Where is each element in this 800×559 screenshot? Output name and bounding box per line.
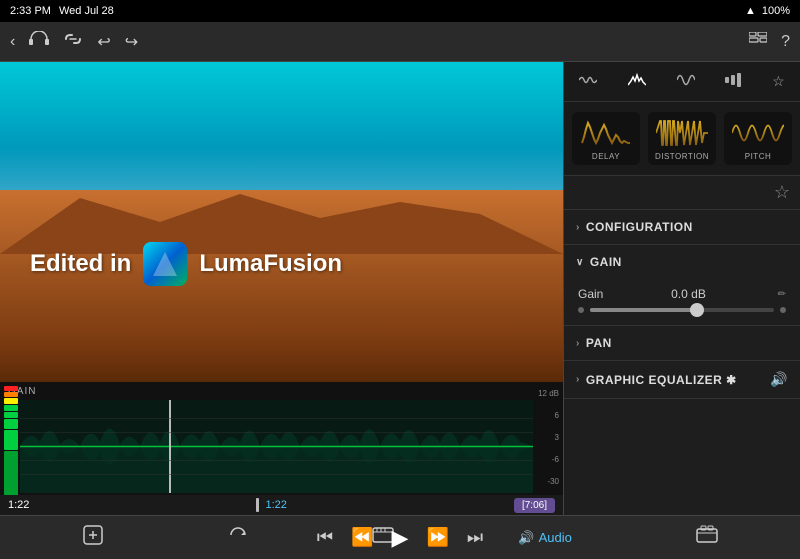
eq-label: GRAPHIC EQUALIZER ✱ — [586, 373, 737, 387]
skip-end-button[interactable]: ⏭ — [467, 527, 483, 548]
configuration-chevron: › — [576, 222, 580, 233]
timecode-current: 1:22 — [8, 499, 29, 511]
effects-nav-waveform[interactable] — [571, 69, 605, 94]
effects-nav-audio[interactable] — [717, 69, 749, 94]
section-eq: › GRAPHIC EQUALIZER ✱ 🔊 — [564, 361, 800, 399]
favorite-star-button[interactable]: ☆ — [774, 182, 790, 203]
effect-card-distortion[interactable]: DISTORTION — [648, 112, 716, 165]
gain-edit-button[interactable]: ✏ — [778, 289, 786, 300]
effects-nav-sine[interactable] — [669, 69, 703, 94]
play-button[interactable]: ▶ — [392, 525, 409, 551]
step-forward-button[interactable]: ⏩ — [426, 527, 448, 548]
gain-section-label: GAIN — [590, 255, 622, 269]
section-gain-header[interactable]: ∨ GAIN — [564, 245, 800, 279]
playhead-indicator — [256, 498, 259, 512]
effect-card-pitch[interactable]: PITCH — [724, 112, 792, 165]
gain-chevron: ∨ — [576, 257, 584, 268]
effect-label-delay: DELAY — [592, 152, 620, 161]
grid-icon[interactable] — [749, 32, 767, 51]
effects-cards: DELAY DISTORTION — [564, 102, 800, 176]
back-button[interactable]: ‹ — [10, 33, 15, 51]
wifi-icon: ▲ — [745, 5, 756, 17]
redo-button[interactable]: ↪ — [125, 32, 138, 52]
gain-slider-thumb[interactable] — [690, 303, 704, 317]
video-preview: Edited in LumaFusio — [0, 62, 563, 382]
delay-waveform-icon — [580, 118, 632, 148]
effects-nav-star[interactable]: ☆ — [764, 69, 793, 94]
app-name-text: LumaFusion — [199, 250, 342, 278]
transport-controls: ⏮ ⏪ ▶ ⏩ ⏭ — [317, 525, 483, 551]
edited-in-text: Edited in — [30, 250, 131, 278]
gain-param-label: Gain — [578, 287, 603, 301]
right-panel: ☆ DELAY — [563, 62, 800, 515]
audio-mode-button[interactable]: 🔊 Audio — [518, 530, 571, 546]
battery-status: 100% — [762, 5, 790, 17]
add-clip-button[interactable] — [82, 524, 104, 551]
gain-max-indicator — [780, 307, 786, 313]
video-area: Edited in LumaFusio — [0, 62, 563, 515]
top-toolbar: ‹ ↩ ↪ ? — [0, 22, 800, 62]
gain-slider-fill — [590, 308, 697, 312]
effect-label-distortion: DISTORTION — [655, 152, 709, 161]
status-time: 2:33 PM — [10, 5, 51, 17]
effect-card-delay[interactable]: DELAY — [572, 112, 640, 165]
main-area: Edited in LumaFusio — [0, 62, 800, 515]
gain-min-indicator — [578, 307, 584, 313]
share-button[interactable] — [696, 525, 718, 550]
gain-slider-track[interactable] — [590, 308, 774, 312]
gain-value-display: 0.0 dB — [671, 287, 706, 301]
panel-sections: › CONFIGURATION ∨ GAIN Gain 0.0 dB ✏ — [564, 210, 800, 515]
section-pan: › PAN — [564, 326, 800, 361]
section-pan-header[interactable]: › PAN — [564, 326, 800, 360]
waveform-area: GAIN 12 dB 6 3 -6 -30 -90 dB — [0, 382, 563, 515]
pan-chevron: › — [576, 338, 580, 349]
transport-bar: 🔊 Audio ⏮ ⏪ ▶ ⏩ ⏭ — [0, 515, 800, 559]
effects-nav-peaks[interactable] — [620, 69, 654, 94]
gain-row: Gain 0.0 dB ✏ — [578, 287, 786, 301]
rotate-button[interactable] — [228, 525, 248, 550]
video-overlay: Edited in LumaFusio — [30, 242, 342, 286]
skip-start-button[interactable]: ⏮ — [317, 527, 333, 548]
timecode-bar: 1:22 1:22 [7:06] — [0, 495, 563, 515]
gain-body: Gain 0.0 dB ✏ — [564, 279, 800, 325]
section-eq-header[interactable]: › GRAPHIC EQUALIZER ✱ 🔊 — [564, 361, 800, 398]
section-gain: ∨ GAIN Gain 0.0 dB ✏ — [564, 245, 800, 326]
section-configuration-header[interactable]: › CONFIGURATION — [564, 210, 800, 244]
chain-icon[interactable] — [63, 31, 83, 52]
eq-chevron: › — [576, 374, 580, 385]
effects-nav: ☆ — [564, 62, 800, 102]
lumafusion-logo — [143, 242, 187, 286]
distortion-waveform-icon — [656, 118, 708, 148]
effect-label-pitch: PITCH — [745, 152, 772, 161]
waveform-display — [20, 400, 533, 493]
section-configuration: › CONFIGURATION — [564, 210, 800, 245]
audio-label: Audio — [539, 530, 572, 545]
favorite-bar: ☆ — [564, 176, 800, 210]
pan-label: PAN — [586, 336, 612, 350]
gain-slider-row — [578, 307, 786, 313]
speaker-icon: 🔊 — [518, 530, 534, 546]
eq-speaker-icon[interactable]: 🔊 — [770, 371, 788, 388]
timecode-position: 1:22 — [265, 499, 286, 511]
selection-duration: [7:06] — [514, 498, 555, 513]
status-date: Wed Jul 28 — [59, 5, 114, 17]
pitch-waveform-icon — [732, 118, 784, 148]
step-back-button[interactable]: ⏪ — [351, 527, 373, 548]
status-bar: 2:33 PM Wed Jul 28 ▲ 100% — [0, 0, 800, 22]
headphone-icon[interactable] — [29, 31, 49, 52]
configuration-label: CONFIGURATION — [586, 220, 693, 234]
help-button[interactable]: ? — [781, 33, 790, 51]
undo-button[interactable]: ↩ — [97, 32, 110, 52]
